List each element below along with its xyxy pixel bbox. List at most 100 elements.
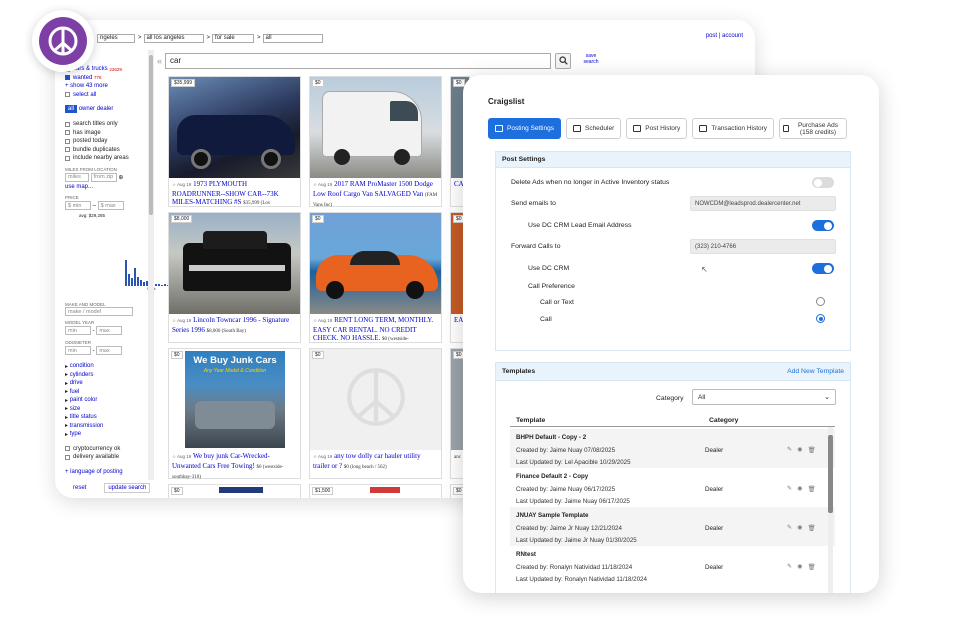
dealer-button[interactable]: dealer bbox=[97, 106, 114, 112]
filter-link-condition[interactable]: condition bbox=[70, 363, 94, 369]
listing-card[interactable]: $0 ☆ Aug 19 any tow dolly car hauler uti… bbox=[309, 348, 442, 479]
template-category: Dealer bbox=[705, 486, 724, 493]
filter-link-drive[interactable]: drive bbox=[70, 380, 83, 386]
view-icon[interactable]: ◉ bbox=[797, 485, 802, 493]
view-icon[interactable]: ◉ bbox=[797, 446, 802, 454]
calendar-icon bbox=[572, 125, 581, 132]
call-radio[interactable] bbox=[816, 314, 825, 323]
filter-link-size[interactable]: size bbox=[70, 406, 81, 412]
listing-title[interactable]: EA bbox=[454, 316, 463, 324]
edit-icon[interactable]: ✎ bbox=[787, 446, 792, 454]
tab-purchase-ads[interactable]: Purchase Ads (158 credits) bbox=[779, 118, 848, 139]
wanted-label[interactable]: wanted bbox=[73, 75, 92, 81]
filter-link-title-status[interactable]: title status bbox=[70, 414, 97, 420]
filter-checkbox[interactable] bbox=[65, 155, 70, 161]
year-min-input[interactable]: min bbox=[65, 326, 91, 335]
subarea-select[interactable]: all los angeles bbox=[143, 33, 204, 43]
template-row[interactable]: BHPH Default - Copy - 2 Created by: Jaime… bbox=[510, 429, 835, 468]
listing-title[interactable]: RENT LONG TERM, MONTHLY. EASY CAR RENTAL… bbox=[313, 316, 433, 342]
call-or-text-radio[interactable] bbox=[816, 297, 825, 306]
price-max-input[interactable]: $ max bbox=[97, 201, 124, 210]
listing-image[interactable] bbox=[310, 77, 441, 178]
zip-input[interactable]: from zip bbox=[90, 172, 117, 182]
collapse-arrow-icon[interactable]: « bbox=[157, 56, 162, 66]
tab-posting-settings[interactable]: Posting Settings bbox=[488, 118, 561, 139]
forward-calls-field[interactable]: (323) 210-4766 bbox=[690, 239, 836, 254]
area-select[interactable]: ngeles bbox=[97, 33, 135, 43]
filter-link-transmission[interactable]: transmission bbox=[70, 423, 104, 429]
crypto-checkbox[interactable] bbox=[65, 446, 70, 452]
tab-post-history[interactable]: Post History bbox=[626, 118, 688, 139]
all-sellers-button[interactable]: all bbox=[65, 105, 78, 113]
template-row[interactable]: Finance Default 2 - Copy Created by: Jaim… bbox=[510, 468, 835, 507]
delivery-checkbox[interactable] bbox=[65, 454, 70, 460]
use-map-link[interactable]: use map... bbox=[65, 184, 93, 190]
account-link[interactable]: account bbox=[722, 33, 743, 39]
listing-card[interactable]: We Buy Junk Cars Any Year Model & Condit… bbox=[168, 348, 301, 480]
filter-link-fuel[interactable]: fuel bbox=[70, 389, 80, 395]
select-all-checkbox[interactable] bbox=[65, 92, 70, 98]
listing-card[interactable]: $0 ☆ Aug 19 RENT LONG TERM, MONTHLY. EAS… bbox=[309, 212, 442, 343]
listing-price: $8,000 bbox=[171, 215, 193, 223]
show-more-link[interactable]: + show 43 more bbox=[65, 83, 108, 89]
trash-icon[interactable]: 🗑 bbox=[808, 446, 816, 454]
filter-link-type[interactable]: type bbox=[70, 431, 81, 437]
view-icon[interactable]: ◉ bbox=[797, 563, 802, 571]
delete-ads-toggle[interactable] bbox=[812, 177, 834, 188]
filter-link-paint-color[interactable]: paint color bbox=[70, 397, 98, 403]
post-link[interactable]: post bbox=[706, 33, 717, 39]
listing-image[interactable] bbox=[310, 213, 441, 314]
update-search-button[interactable]: update search bbox=[104, 483, 151, 493]
use-email-toggle[interactable] bbox=[812, 220, 834, 231]
edit-icon[interactable]: ✎ bbox=[787, 485, 792, 493]
select-all-label[interactable]: select all bbox=[73, 92, 96, 98]
listing-card[interactable]: $8,000 ☆ Aug 19 Lincoln Towncar 1996 - S… bbox=[168, 212, 301, 343]
edit-icon[interactable]: ✎ bbox=[787, 524, 792, 532]
filter-checkbox[interactable] bbox=[65, 147, 70, 153]
section-select[interactable]: for sale bbox=[212, 33, 255, 43]
sidebar-scrollbar[interactable] bbox=[148, 50, 154, 480]
filter-checkbox[interactable] bbox=[65, 130, 70, 136]
listing-card[interactable]: $0 ☆ Aug 19 2017 RAM ProMaster 1500 Dodg… bbox=[309, 76, 442, 208]
odo-max-input[interactable]: max bbox=[96, 346, 123, 355]
filter-checkbox[interactable] bbox=[65, 121, 70, 127]
odo-min-input[interactable]: min bbox=[65, 346, 91, 355]
trash-icon[interactable]: 🗑 bbox=[808, 485, 816, 493]
template-row[interactable]: JNUAY Sample Template Created by: Jaime J… bbox=[510, 507, 835, 546]
placeholder-image[interactable] bbox=[310, 349, 441, 450]
make-input[interactable]: make / model bbox=[65, 307, 133, 316]
save-search-link[interactable]: save search bbox=[580, 53, 602, 65]
listing-image[interactable] bbox=[169, 213, 300, 314]
tab-scheduler[interactable]: Scheduler bbox=[565, 118, 622, 139]
templates-scrollbar[interactable] bbox=[828, 427, 833, 593]
search-button[interactable] bbox=[555, 53, 571, 69]
filter-checkbox[interactable] bbox=[65, 138, 70, 144]
filter-link-cylinders[interactable]: cylinders bbox=[70, 372, 94, 378]
listing-image[interactable]: We Buy Junk Cars Any Year Model & Condit… bbox=[169, 349, 300, 450]
listing-card[interactable]: $35,999 ☆ Aug 19 1973 PLYMOUTH ROADRUNNE… bbox=[168, 76, 301, 207]
template-row[interactable]: RNtest Created by: Ronalyn Natividad 11/1… bbox=[510, 546, 835, 585]
miles-input[interactable]: miles bbox=[65, 172, 89, 182]
edit-icon[interactable]: ✎ bbox=[787, 563, 792, 571]
search-input[interactable]: car bbox=[165, 53, 551, 69]
use-crm-toggle[interactable] bbox=[812, 263, 834, 274]
listing-card[interactable]: $1,500 bbox=[309, 484, 442, 498]
category-select[interactable]: all bbox=[262, 33, 323, 43]
wanted-checkbox[interactable] bbox=[65, 75, 70, 81]
price-min-input[interactable]: $ min bbox=[65, 201, 91, 210]
owner-button[interactable]: owner bbox=[79, 106, 95, 112]
language-link[interactable]: + language of posting bbox=[65, 469, 123, 475]
locate-icon[interactable]: ⊕ bbox=[118, 174, 123, 181]
add-template-link[interactable]: Add New Template bbox=[787, 368, 844, 375]
location-bar: ngeles > all los angeles > for sale > al… bbox=[55, 30, 755, 46]
view-icon[interactable]: ◉ bbox=[797, 524, 802, 532]
listing-card[interactable]: $0 bbox=[168, 484, 301, 498]
reset-button[interactable]: reset bbox=[73, 485, 86, 491]
trash-icon[interactable]: 🗑 bbox=[808, 524, 816, 532]
year-max-input[interactable]: max bbox=[96, 326, 123, 335]
tab-transaction-history[interactable]: Transaction History bbox=[692, 118, 775, 139]
listing-image[interactable] bbox=[169, 77, 300, 178]
category-select[interactable]: All ⌄ bbox=[692, 389, 836, 405]
trash-icon[interactable]: 🗑 bbox=[808, 563, 816, 571]
send-emails-field[interactable]: NOWCDM@leadsprod.dealercenter.net bbox=[690, 196, 836, 211]
